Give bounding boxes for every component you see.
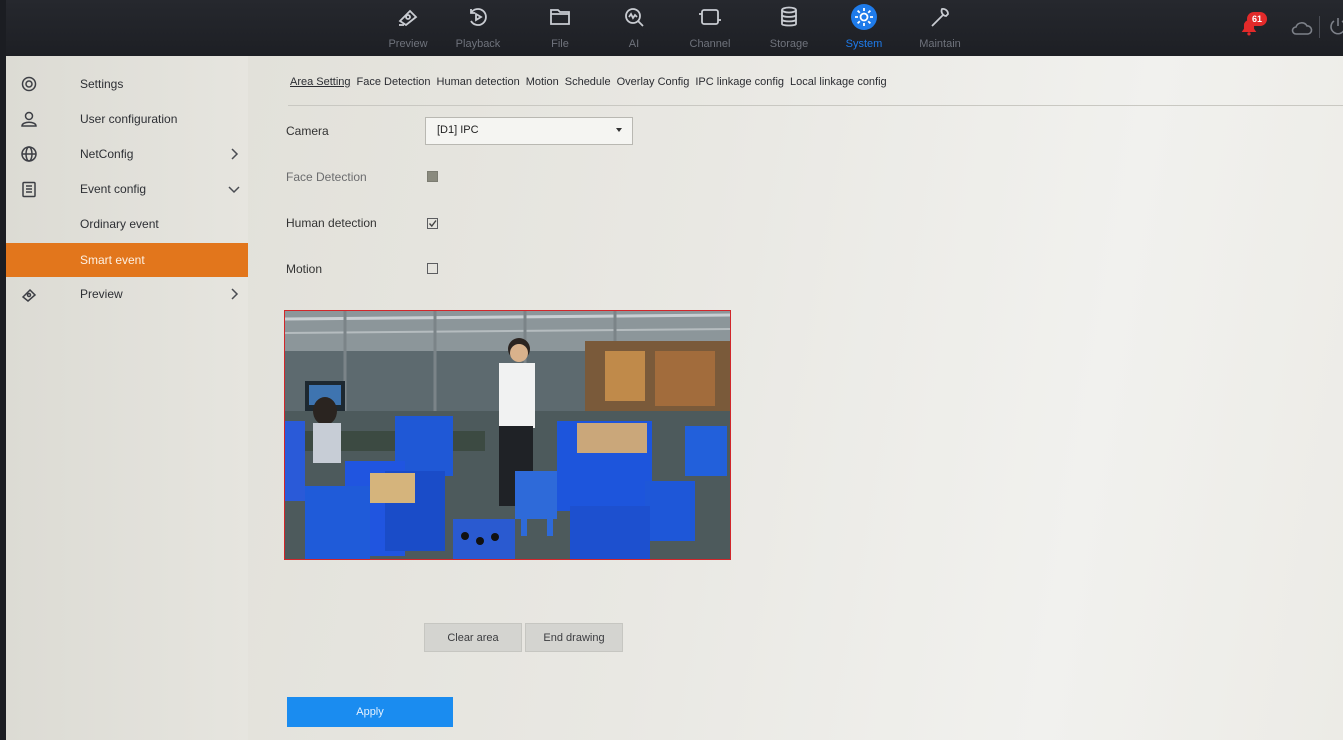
cloud-icon [1291, 22, 1313, 35]
checkmark-icon [428, 220, 437, 228]
tab-area-setting[interactable]: Area Setting [290, 76, 351, 94]
playback-icon [466, 5, 490, 29]
tab-divider [288, 105, 1343, 106]
sidebar-item-label: Ordinary event [80, 217, 159, 231]
nav-file[interactable]: File [520, 0, 600, 56]
sidebar-item-label: User configuration [80, 112, 178, 126]
clipboard-icon [20, 180, 38, 198]
nav-label: AI [628, 38, 640, 50]
sidebar-item-event-config[interactable]: Event config [6, 172, 248, 206]
sidebar-item-label: NetConfig [80, 147, 134, 161]
user-icon [20, 110, 38, 128]
sidebar-item-label: Event config [80, 182, 147, 196]
nav-ai[interactable]: AI [594, 0, 674, 56]
human-detection-label: Human detection [286, 216, 377, 230]
nav-storage[interactable]: Storage [749, 0, 829, 56]
motion-checkbox[interactable] [427, 263, 438, 274]
nav-label: Channel [689, 38, 731, 50]
nav-label: Maintain [919, 38, 961, 50]
dropdown-caret-icon [616, 128, 622, 132]
camera-select[interactable]: [D1] IPC [425, 117, 633, 145]
nav-maintain[interactable]: Maintain [900, 0, 980, 56]
power-button[interactable] [1328, 16, 1343, 43]
globe-icon [20, 145, 38, 163]
face-detection-label: Face Detection [286, 170, 367, 184]
sidebar-item-ordinary-event[interactable]: Ordinary event [6, 207, 248, 241]
camera-frame-image [285, 311, 730, 559]
nav-label: System [845, 38, 883, 50]
storage-icon [777, 5, 801, 29]
sidebar: Settings User configuration NetConfig Ev… [6, 56, 248, 740]
chevron-right-icon [228, 287, 240, 300]
tab-ipc-linkage-config[interactable]: IPC linkage config [695, 76, 784, 94]
preview-camera-icon [396, 5, 420, 29]
motion-label: Motion [286, 262, 323, 276]
gear-icon [20, 75, 38, 93]
nav-label: Preview [388, 38, 428, 50]
tab-face-detection[interactable]: Face Detection [357, 76, 431, 94]
top-navigation-bar: Preview Playback File AI Channel Storage [6, 0, 1343, 56]
end-drawing-button[interactable]: End drawing [525, 623, 623, 652]
chevron-down-icon [228, 182, 240, 194]
notification-button[interactable]: 61 [1238, 12, 1267, 40]
nav-playback[interactable]: Playback [438, 0, 518, 56]
tab-bar: Area Setting Face Detection Human detect… [290, 76, 893, 94]
sidebar-item-netconfig[interactable]: NetConfig [6, 137, 248, 171]
channel-icon [698, 5, 722, 29]
sidebar-item-user-configuration[interactable]: User configuration [6, 102, 248, 136]
camera-preview-drawing-area[interactable] [284, 310, 731, 560]
power-icon [1330, 18, 1343, 35]
sidebar-item-smart-event[interactable]: Smart event [6, 243, 248, 277]
tab-local-linkage-config[interactable]: Local linkage config [790, 76, 887, 94]
folder-icon [548, 5, 572, 29]
clear-area-button[interactable]: Clear area [424, 623, 522, 652]
main-panel: Area Setting Face Detection Human detect… [248, 56, 1343, 740]
sidebar-item-label: Settings [80, 77, 124, 91]
tab-overlay-config[interactable]: Overlay Config [617, 76, 690, 94]
human-detection-checkbox[interactable] [427, 218, 438, 229]
nav-channel[interactable]: Channel [670, 0, 750, 56]
system-gear-icon [851, 4, 877, 30]
apply-button[interactable]: Apply [287, 697, 453, 727]
chevron-right-icon [228, 147, 240, 160]
preview-camera-icon [20, 285, 38, 303]
nav-label: Storage [769, 38, 809, 50]
camera-label: Camera [286, 124, 329, 138]
divider [1319, 16, 1320, 38]
sidebar-item-settings[interactable]: Settings [6, 67, 248, 101]
tab-schedule[interactable]: Schedule [565, 76, 611, 94]
face-detection-checkbox[interactable] [427, 171, 438, 182]
wrench-icon [928, 5, 952, 29]
nav-system[interactable]: System [824, 0, 904, 56]
notification-badge: 61 [1247, 12, 1267, 26]
sidebar-item-label: Preview [80, 287, 123, 301]
nav-preview[interactable]: Preview [368, 0, 448, 56]
ai-search-icon [622, 5, 646, 29]
sidebar-item-preview[interactable]: Preview [6, 277, 248, 311]
camera-select-value: [D1] IPC [437, 124, 479, 136]
sidebar-item-label: Smart event [80, 253, 145, 267]
tab-human-detection[interactable]: Human detection [437, 76, 520, 94]
tab-motion[interactable]: Motion [526, 76, 559, 94]
nav-label: File [551, 38, 569, 50]
cloud-button[interactable] [1291, 20, 1313, 41]
nav-label: Playback [455, 38, 501, 50]
